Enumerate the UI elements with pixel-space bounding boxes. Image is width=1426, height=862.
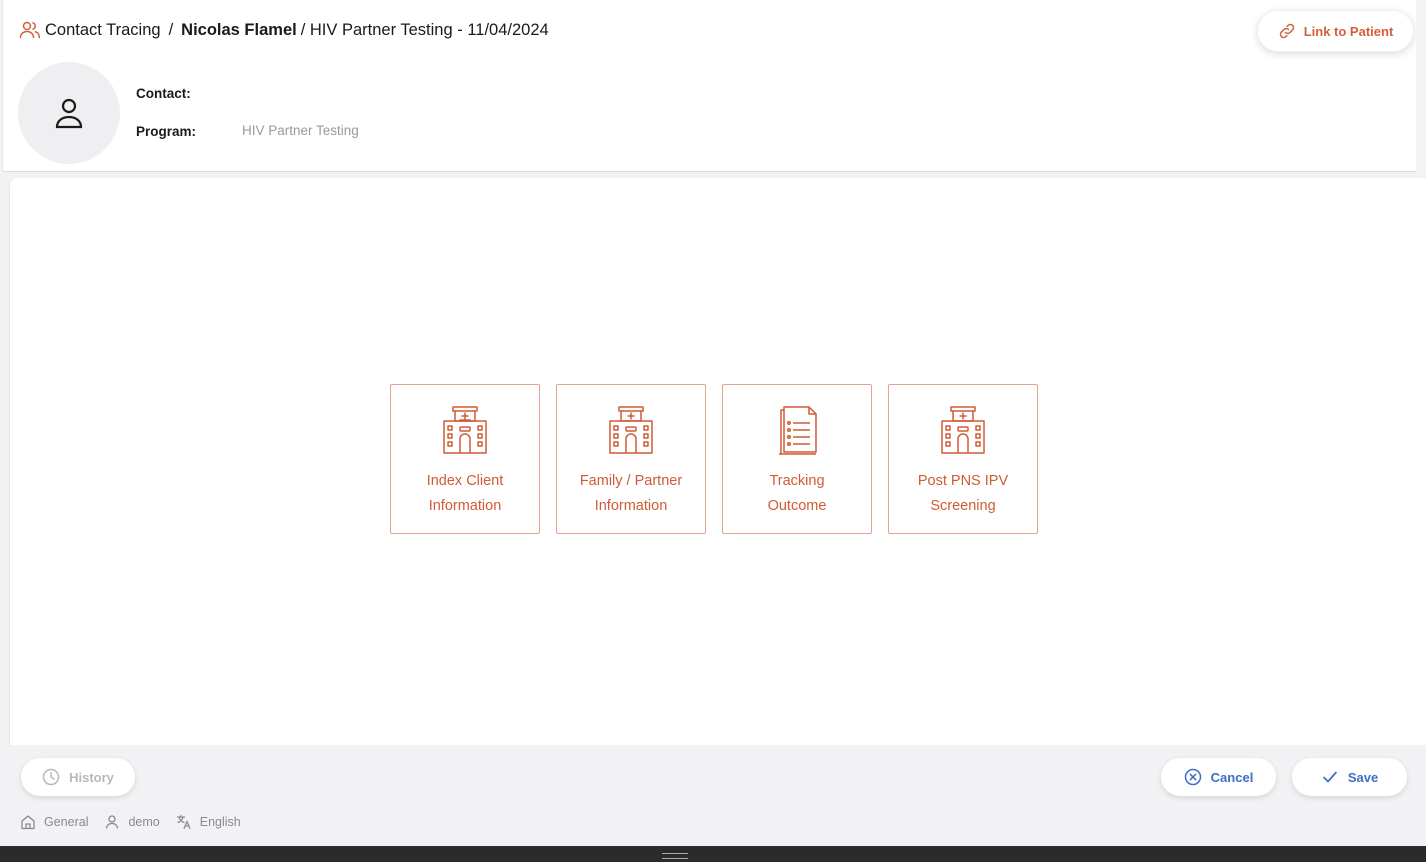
card-label: Family / Partner Information [579, 473, 683, 514]
users-icon [19, 20, 41, 40]
header: Contact Tracing / Nicolas Flamel / HIV P… [2, 0, 1416, 172]
hospital-icon [606, 405, 656, 455]
breadcrumb: Contact Tracing / Nicolas Flamel / HIV P… [19, 20, 553, 40]
card-index-client-information[interactable]: Index Client Information [390, 384, 540, 534]
person-icon [55, 98, 83, 129]
cancel-label: Cancel [1210, 769, 1254, 785]
user-icon [104, 814, 120, 830]
close-circle-icon [1184, 768, 1202, 786]
breadcrumb-root[interactable]: Contact Tracing [45, 21, 161, 40]
link-to-patient-label: Link to Patient [1303, 23, 1394, 39]
translate-icon [176, 814, 192, 830]
app-window: Contact Tracing / Nicolas Flamel / HIV P… [0, 0, 1426, 862]
scrollbar-track[interactable] [1416, 0, 1426, 172]
clock-icon [42, 768, 60, 786]
form-cards: Index Client Information Family / Partne… [390, 384, 1038, 534]
breadcrumb-patient-name[interactable]: Nicolas Flamel [181, 21, 297, 40]
card-label: Post PNS IPV Screening [917, 473, 1009, 514]
hospital-icon [440, 405, 490, 455]
check-icon [1321, 768, 1339, 786]
status-location[interactable]: General [20, 814, 88, 830]
document-list-icon [772, 405, 822, 455]
save-button[interactable]: Save [1292, 758, 1407, 796]
home-icon [20, 814, 36, 830]
status-location-label: General [44, 815, 89, 829]
breadcrumb-trail: / HIV Partner Testing - 11/04/2024 [300, 20, 549, 39]
breadcrumb-separator: / [168, 20, 174, 39]
hospital-icon [938, 405, 988, 455]
status-user[interactable]: demo [104, 814, 160, 830]
status-user-label: demo [128, 815, 160, 829]
link-icon [1278, 22, 1296, 40]
card-tracking-outcome[interactable]: Tracking Outcome [722, 384, 872, 534]
save-label: Save [1347, 769, 1379, 785]
card-post-pns-ipv-screening[interactable]: Post PNS IPV Screening [888, 384, 1038, 534]
bottom-drag-bar [0, 846, 1426, 862]
program-label: Program: [136, 124, 197, 139]
program-value: HIV Partner Testing [242, 123, 359, 138]
status-language[interactable]: English [176, 814, 241, 830]
avatar [18, 62, 120, 164]
status-bar: General demo English [20, 814, 257, 830]
card-family-partner-information[interactable]: Family / Partner Information [556, 384, 706, 534]
card-label: Index Client Information [426, 473, 504, 514]
history-button[interactable]: History [21, 758, 135, 796]
history-label: History [69, 769, 114, 785]
status-language-label: English [199, 815, 241, 829]
cancel-button[interactable]: Cancel [1161, 758, 1276, 796]
link-to-patient-button[interactable]: Link to Patient [1257, 10, 1414, 52]
drag-handle[interactable] [662, 853, 688, 859]
contact-label: Contact: [136, 86, 191, 101]
card-label: Tracking Outcome [767, 473, 827, 514]
